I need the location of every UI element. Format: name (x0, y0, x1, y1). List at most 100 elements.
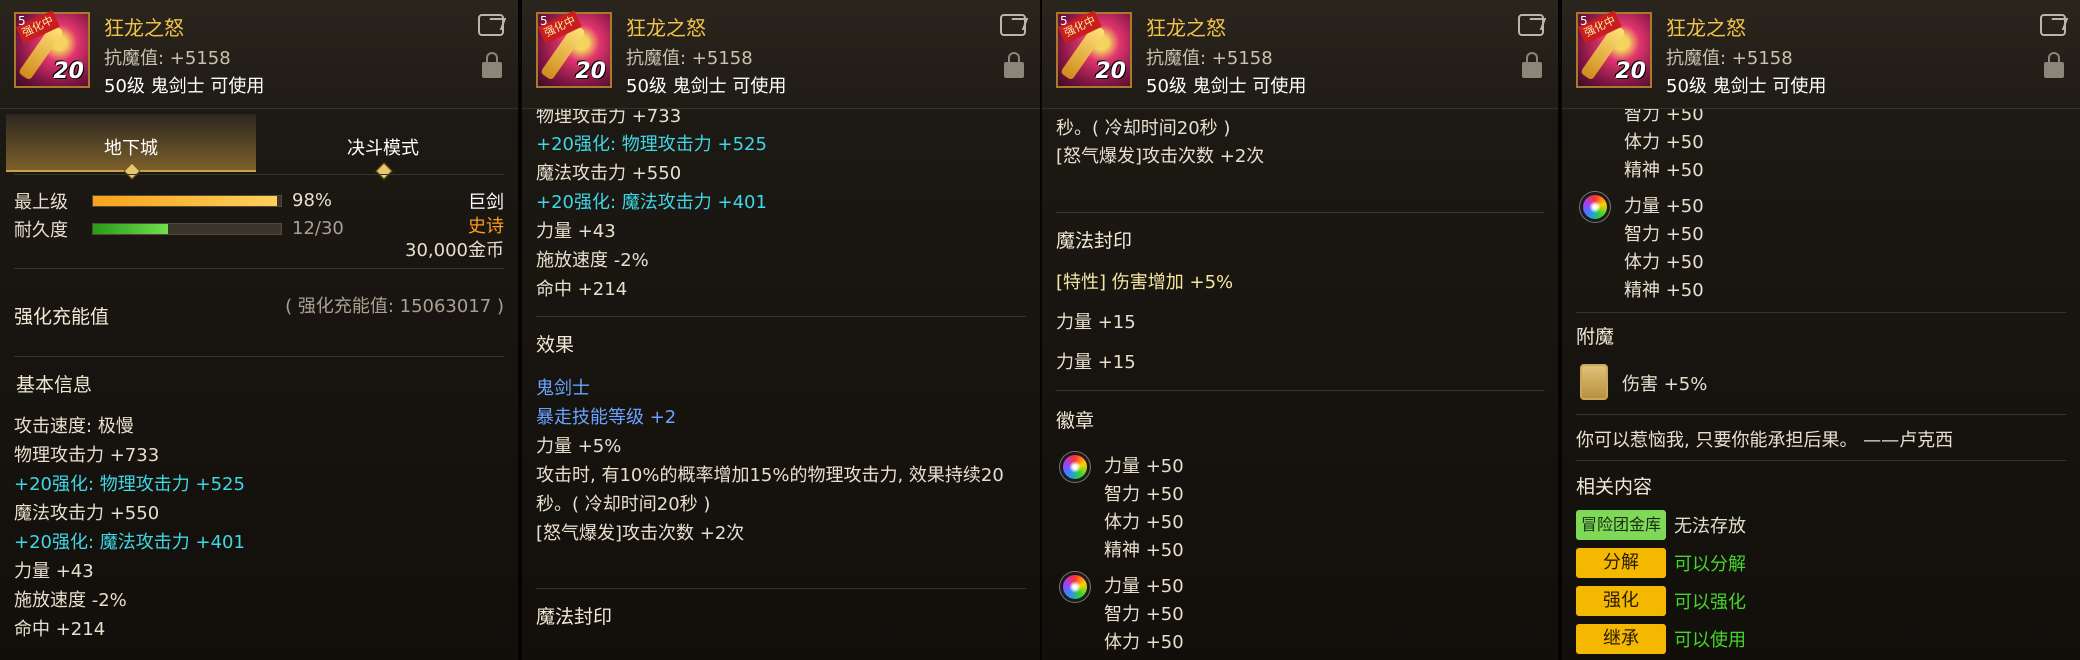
divider (1576, 460, 2066, 461)
related-title: 相关内容 (1576, 476, 1653, 498)
stat-line: 攻击速度: 极慢 (14, 416, 134, 437)
enhance-level: 20 (53, 59, 84, 84)
emblem-gem-icon (1060, 452, 1090, 482)
tooltip-panel-1: 强化中 5 20 狂龙之怒 抗魔值: +5158 50级 鬼剑士 可使用 地下城… (0, 0, 518, 660)
panel-body: 地下城 决斗模式 最上级 98% 巨剑 耐久度 12/30 史诗 30,000金… (0, 108, 518, 660)
enchant-value: 伤害 +5% (1622, 374, 1708, 395)
lock-icon[interactable] (1004, 52, 1024, 78)
effect-title: 效果 (536, 334, 575, 356)
related-status: 可以使用 (1674, 630, 1746, 651)
share-icon[interactable] (478, 14, 504, 36)
enhance-level: 20 (1095, 59, 1126, 84)
item-header: 强化中 5 20 狂龙之怒 抗魔值: +5158 50级 鬼剑士 可使用 (1042, 0, 1558, 109)
item-icon: 强化中 5 20 (1576, 10, 1652, 88)
emblem-stat: 智力 +50 (1624, 108, 1704, 125)
stat-line: +20强化: 魔法攻击力 +401 (14, 532, 245, 553)
lock-icon[interactable] (2044, 52, 2064, 78)
item-requirement: 50级 鬼剑士 可使用 (1666, 76, 1827, 97)
tab-dungeon-label: 地下城 (104, 138, 158, 159)
effect-line: [怒气爆发]攻击次数 +2次 (536, 523, 745, 544)
durability-bar (92, 223, 282, 235)
item-stat: 抗魔值: +5158 (626, 48, 753, 69)
magic-seal-title: 魔法封印 (1056, 230, 1133, 252)
emblem-title: 徽章 (1056, 410, 1095, 432)
charge-value: ( 强化充能值: 15063017 ) (285, 296, 504, 317)
effect-line: [怒气爆发]攻击次数 +2次 (1056, 146, 1265, 167)
emblem-stat: 精神 +50 (1624, 280, 1704, 301)
share-icon[interactable] (1000, 14, 1026, 36)
divider (14, 174, 504, 175)
emblem-stat: 智力 +50 (1104, 604, 1184, 625)
effect-line: 攻击时, 有10%的概率增加15%的物理攻击力, 效果持续20 (536, 465, 1004, 486)
item-stat: 抗魔值: +5158 (1666, 48, 1793, 69)
durability-value: 12/30 (292, 218, 344, 239)
stat-line: +20强化: 魔法攻击力 +401 (536, 192, 767, 213)
emblem-stat: 力量 +50 (1624, 196, 1704, 217)
item-requirement: 50级 鬼剑士 可使用 (1146, 76, 1307, 97)
emblem-stat: 精神 +50 (1624, 160, 1704, 181)
tooltip-panel-3: 强化中 5 20 狂龙之怒 抗魔值: +5158 50级 鬼剑士 可使用 秒。(… (1042, 0, 1558, 660)
emblem-stat: 力量 +50 (1104, 576, 1184, 597)
stat-line: 物理攻击力 +733 (14, 445, 160, 466)
related-button[interactable]: 冒险团金库 (1576, 510, 1666, 540)
stat-line: 命中 +214 (14, 619, 106, 640)
emblem-stat: 体力 +50 (1104, 512, 1184, 533)
basic-info-title: 基本信息 (16, 374, 93, 396)
item-header: 强化中 5 20 狂龙之怒 抗魔值: +5158 50级 鬼剑士 可使用 (1562, 0, 2080, 109)
grade-label: 最上级 (14, 192, 68, 213)
emblem-gem-icon (1060, 572, 1090, 602)
enchant-title: 附魔 (1576, 326, 1615, 348)
charge-label: 强化充能值 (14, 306, 110, 328)
related-button[interactable]: 强化 (1576, 586, 1666, 616)
panel-body: 秒。( 冷却时间20秒 ) [怒气爆发]攻击次数 +2次 魔法封印 [特性] 伤… (1042, 108, 1558, 660)
grade-percent: 98% (292, 190, 333, 211)
related-button[interactable]: 继承 (1576, 624, 1666, 654)
stat-line: 命中 +214 (536, 279, 628, 300)
effect-line: 鬼剑士 (536, 378, 590, 399)
related-status: 可以分解 (1674, 554, 1746, 575)
item-title: 狂龙之怒 (626, 16, 706, 40)
stat-line: 施放速度 -2% (536, 250, 649, 271)
item-stat: 抗魔值: +5158 (1146, 48, 1273, 69)
durability-bar-fill (93, 224, 169, 234)
enhance-level: 20 (1615, 59, 1646, 84)
effect-line: 秒。( 冷却时间20秒 ) (536, 494, 711, 515)
partial-line: 物理攻击力 +733 (536, 108, 682, 127)
item-requirement: 50级 鬼剑士 可使用 (626, 76, 787, 97)
tab-dungeon[interactable]: 地下城 (6, 114, 256, 180)
divider (14, 356, 504, 357)
item-title: 狂龙之怒 (1666, 16, 1746, 40)
divider (536, 316, 1026, 317)
tab-duel-label: 决斗模式 (347, 138, 419, 159)
weapon-type: 巨剑 (468, 192, 504, 213)
related-status: 无法存放 (1674, 516, 1746, 537)
emblem-stat: 智力 +50 (1624, 224, 1704, 245)
tab-duel-mode[interactable]: 决斗模式 (258, 114, 508, 180)
stat-line: +20强化: 物理攻击力 +525 (536, 134, 767, 155)
emblem-gem-icon (1580, 192, 1610, 222)
stat-line: 魔法攻击力 +550 (536, 163, 682, 184)
share-icon[interactable] (2040, 14, 2066, 36)
lock-icon[interactable] (1522, 52, 1542, 78)
item-title: 狂龙之怒 (104, 16, 184, 40)
durability-label: 耐久度 (14, 220, 68, 241)
related-button[interactable]: 分解 (1576, 548, 1666, 578)
emblem-stat: 精神 +50 (1104, 540, 1184, 561)
related-status: 可以强化 (1674, 592, 1746, 613)
stat-line: 施放速度 -2% (14, 590, 127, 611)
panel-body: 物理攻击力 +733 +20强化: 物理攻击力 +525 魔法攻击力 +550 +2… (522, 108, 1040, 660)
seal-line: 力量 +15 (1056, 312, 1136, 333)
divider (1576, 312, 2066, 313)
item-icon: 强化中 5 20 (536, 10, 612, 88)
price: 30,000金币 (405, 240, 504, 261)
item-icon: 强化中 5 20 (1056, 10, 1132, 88)
item-icon: 强化中 5 20 (14, 10, 90, 88)
stat-line: 力量 +43 (14, 561, 94, 582)
grade-bar-fill (93, 196, 278, 206)
effect-line: 力量 +5% (536, 436, 622, 457)
share-icon[interactable] (1518, 14, 1544, 36)
divider (1056, 212, 1544, 213)
icon-corner-number: 5 (540, 14, 548, 28)
tab-diamond-icon (123, 162, 141, 180)
lock-icon[interactable] (482, 52, 502, 78)
